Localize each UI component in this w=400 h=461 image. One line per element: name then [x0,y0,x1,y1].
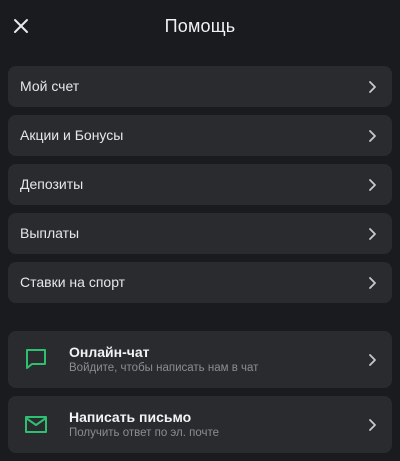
chevron-right-icon [369,353,376,366]
menu-item-label: Ставки на спорт [20,274,126,290]
help-menu: Мой счет Акции и Бонусы Депозиты Выплаты… [8,66,392,311]
menu-item-deposits[interactable]: Депозиты [8,164,392,205]
menu-item-label: Депозиты [20,176,84,192]
menu-item-withdrawals[interactable]: Выплаты [8,213,392,254]
contact-subtitle: Получить ответ по эл. почте [69,427,220,439]
chevron-right-icon [369,178,376,191]
chevron-right-icon [369,129,376,142]
page-title: Помощь [164,16,236,36]
chevron-right-icon [369,227,376,240]
menu-item-label: Мой счет [20,78,80,94]
chevron-right-icon [369,418,376,431]
header: Помощь [0,0,400,56]
contact-options: Онлайн-чат Войдите, чтобы написать нам в… [8,331,392,461]
chat-icon [26,349,46,369]
mail-icon [25,416,47,433]
contact-title: Онлайн-чат [69,344,150,360]
chevron-right-icon [369,276,376,289]
online-chat-button[interactable]: Онлайн-чат Войдите, чтобы написать нам в… [8,331,392,388]
menu-item-sports-betting[interactable]: Ставки на спорт [8,262,392,303]
menu-item-promotions[interactable]: Акции и Бонусы [8,115,392,156]
contact-subtitle: Войдите, чтобы написать нам в чат [69,362,259,374]
menu-item-label: Акции и Бонусы [20,127,124,143]
menu-item-label: Выплаты [20,225,80,241]
chevron-right-icon [369,80,376,93]
contact-title: Написать письмо [69,409,192,425]
menu-item-my-account[interactable]: Мой счет [8,66,392,107]
write-email-button[interactable]: Написать письмо Получить ответ по эл. по… [8,396,392,453]
